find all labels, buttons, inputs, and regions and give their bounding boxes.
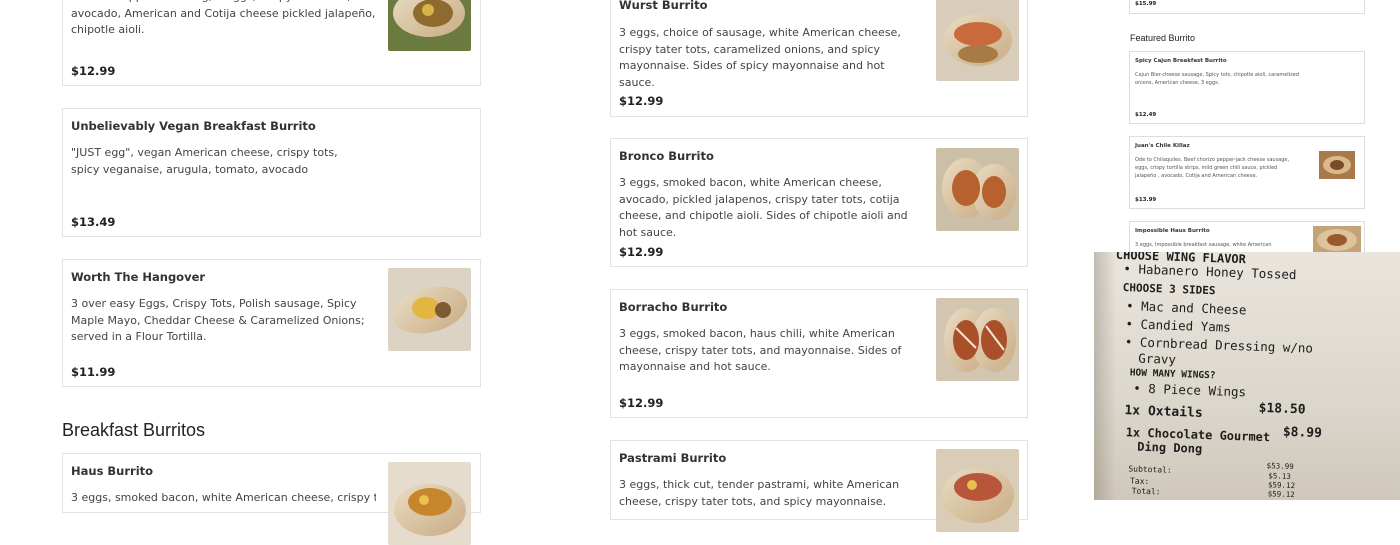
menu-item-card[interactable]: Wurst Burrito 3 eggs, choice of sausage,…: [610, 0, 1028, 117]
item-price: $12.99: [619, 245, 664, 259]
item-image[interactable]: [936, 148, 1019, 231]
mini-item-title: Juan's Chile Killaz: [1135, 143, 1190, 149]
item-description: 3 eggs, thick cut, tender pastrami, whit…: [619, 478, 900, 508]
receipt-line: Subtotal:: [1128, 464, 1172, 475]
item-description: 3 eggs, smoked bacon, white American che…: [619, 176, 908, 239]
mini-item-description: Cajun Bier-cheese sausage, Spicy tots, c…: [1135, 72, 1299, 86]
receipt-line: $59.12: [1267, 489, 1295, 500]
receipt-line: HOW MANY WINGS?: [1129, 367, 1216, 382]
item-title: Borracho Burrito: [619, 300, 728, 314]
receipt-photo: CHOOSE WING FLAVOR • Habanero Honey Toss…: [1094, 252, 1400, 500]
receipt-line: $8.99: [1282, 424, 1323, 442]
menu-item-card[interactable]: Worth The Hangover 3 over easy Eggs, Cri…: [62, 259, 481, 387]
item-title: Bronco Burrito: [619, 149, 714, 163]
mini-item-description: 3 eggs, Impossible breakfast sausage, wh…: [1135, 242, 1272, 248]
mini-item-title: Spicy Cajun Breakfast Burrito: [1135, 58, 1227, 64]
item-description: Bacon wrapped beef dog, 3 eggs, crispy t…: [71, 0, 376, 36]
receipt-line: 1x Oxtails: [1124, 403, 1203, 421]
receipt-line: Ding Dong: [1136, 439, 1203, 456]
mini-item-image[interactable]: [1313, 226, 1361, 254]
item-description: 3 eggs, smoked bacon, white American che…: [71, 491, 376, 504]
menu-item-card[interactable]: Bronco Burrito 3 eggs, smoked bacon, whi…: [610, 138, 1028, 267]
menu-item-card[interactable]: Pastrami Burrito 3 eggs, thick cut, tend…: [610, 440, 1028, 532]
item-image[interactable]: [388, 462, 471, 545]
item-description: 3 eggs, choice of sausage, white America…: [619, 26, 901, 89]
receipt-line: • Candied Yams: [1125, 316, 1232, 335]
mini-menu-card[interactable]: Spicy Cajun Breakfast Burrito Cajun Bier…: [1129, 51, 1365, 124]
mini-item-image[interactable]: [1319, 151, 1355, 179]
item-price: $12.99: [619, 94, 664, 108]
mini-item-price: $13.99: [1135, 197, 1157, 203]
item-description: 3 eggs, smoked bacon, haus chili, white …: [619, 327, 902, 373]
item-title: Haus Burrito: [71, 464, 154, 478]
item-price: $12.99: [619, 396, 664, 410]
mini-item-title: Impossible Haus Burrito: [1135, 228, 1210, 234]
item-title: Unbelievably Vegan Breakfast Burrito: [71, 119, 316, 133]
mini-menu-card[interactable]: Juan's Chile Killaz Ode to Chilaquiles. …: [1129, 136, 1365, 209]
menu-item-card[interactable]: Bacon wrapped beef dog, 3 eggs, crispy t…: [62, 0, 481, 86]
receipt-line: • Habanero Honey Tossed: [1123, 261, 1297, 283]
mini-item-price: $12.49: [1135, 112, 1157, 118]
receipt-line: Tax:: [1129, 476, 1150, 487]
item-image[interactable]: [936, 449, 1019, 532]
receipt-line: $53.99: [1266, 461, 1294, 472]
mini-item-description: Ode to Chilaquiles. Beef chorizo pepper-…: [1135, 157, 1290, 179]
item-image[interactable]: [936, 0, 1019, 81]
mini-menu-card[interactable]: $15.99: [1129, 0, 1365, 14]
item-price: $13.49: [71, 215, 116, 229]
featured-heading: Featured Burrito: [1130, 33, 1196, 43]
receipt-line: • 8 Piece Wings: [1133, 380, 1247, 400]
item-description: "JUST egg", vegan American cheese, crisp…: [71, 146, 338, 176]
receipt-line: Gravy: [1138, 350, 1177, 367]
item-title: Pastrami Burrito: [619, 451, 727, 465]
item-price: $12.99: [71, 64, 116, 78]
item-price: $11.99: [71, 365, 116, 379]
item-title: Worth The Hangover: [71, 270, 206, 284]
receipt-line: Total:: [1131, 486, 1161, 497]
receipt-line: $18.50: [1258, 400, 1306, 418]
item-description: 3 over easy Eggs, Crispy Tots, Polish sa…: [71, 297, 365, 343]
receipt-line: • Mac and Cheese: [1125, 298, 1247, 318]
item-image[interactable]: [936, 298, 1019, 381]
mini-item-price: $15.99: [1135, 1, 1157, 7]
menu-item-card[interactable]: Haus Burrito 3 eggs, smoked bacon, white…: [62, 453, 481, 545]
item-title: Wurst Burrito: [619, 0, 708, 12]
section-heading: Breakfast Burritos: [62, 420, 206, 440]
item-image[interactable]: [388, 0, 471, 51]
menu-item-card[interactable]: Borracho Burrito 3 eggs, smoked bacon, h…: [610, 289, 1028, 418]
item-image[interactable]: [388, 268, 471, 351]
menu-item-card[interactable]: Unbelievably Vegan Breakfast Burrito "JU…: [62, 108, 481, 237]
receipt-line: CHOOSE 3 SIDES: [1122, 281, 1216, 298]
